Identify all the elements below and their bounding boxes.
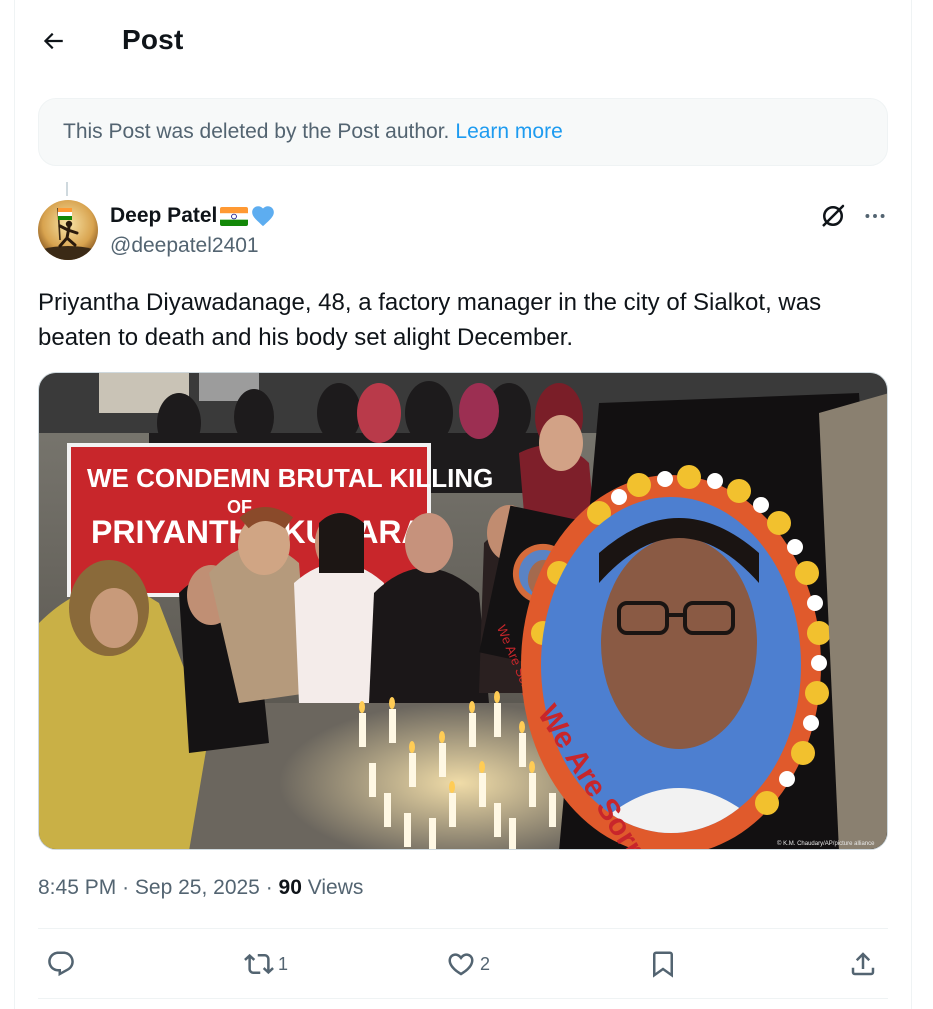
post-image[interactable]: WE CONDEMN BRUTAL KILLING OF PRIYANTHA K… <box>38 372 888 850</box>
photo-credit: © K.M. Chaudary/AP/picture alliance <box>777 840 875 847</box>
author-name[interactable]: Deep Patel <box>110 203 276 229</box>
share-button[interactable] <box>848 944 878 984</box>
grok-icon[interactable] <box>818 201 848 231</box>
repost-count: 1 <box>278 953 289 974</box>
reply-button[interactable] <box>46 944 76 984</box>
views-count: 90 <box>278 876 302 899</box>
deleted-notice-text: This Post was deleted by the Post author… <box>63 120 450 143</box>
like-count: 2 <box>480 953 491 974</box>
bookmark-button[interactable] <box>648 944 678 984</box>
views-label: Views <box>307 876 364 899</box>
divider <box>38 928 888 929</box>
author-display-name: Deep Patel <box>110 204 218 227</box>
post-time[interactable]: 8:45 PM <box>38 876 116 899</box>
share-icon <box>851 952 875 976</box>
post-meta: 8:45 PM · Sep 25, 2025 · 90 Views <box>38 876 363 900</box>
meta-separator: · <box>265 876 273 899</box>
author-handle[interactable]: @deepatel2401 <box>110 234 259 258</box>
deleted-post-notice: This Post was deleted by the Post author… <box>38 98 888 166</box>
india-flag-icon <box>220 206 249 226</box>
repost-button[interactable]: 1 <box>244 944 288 984</box>
reply-icon <box>48 951 74 977</box>
blue-heart-icon <box>252 206 275 227</box>
back-button[interactable] <box>34 22 72 60</box>
thread-connector <box>66 182 68 196</box>
meta-separator: · <box>122 876 130 899</box>
learn-more-link[interactable]: Learn more <box>455 120 562 144</box>
post-date[interactable]: Sep 25, 2025 <box>135 876 260 899</box>
more-options-icon[interactable] <box>860 201 890 231</box>
header-bar: Post <box>0 0 933 82</box>
page-title: Post <box>122 24 184 55</box>
arrow-left-icon <box>43 32 63 50</box>
like-button[interactable]: 2 <box>446 944 490 984</box>
divider <box>38 998 888 999</box>
action-bar: 1 2 <box>38 944 888 984</box>
repost-icon <box>244 953 274 975</box>
post-text: Priyantha Diyawadanage, 48, a factory ma… <box>38 289 822 351</box>
banner-line-1: WE CONDEMN BRUTAL KILLING <box>87 463 493 493</box>
bookmark-icon <box>653 951 673 978</box>
avatar[interactable] <box>38 200 98 260</box>
heart-icon <box>448 953 474 976</box>
